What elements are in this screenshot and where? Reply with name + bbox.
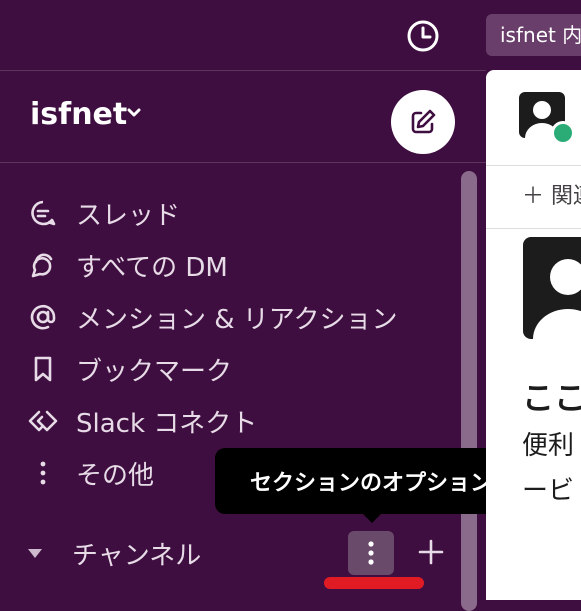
nav-label-threads: スレッド [76,200,181,231]
workspace-header: isfnet [0,71,486,163]
compose-icon [411,109,436,134]
user-icon [533,259,581,339]
nav-item-all-dms[interactable]: すべての DM [26,245,228,285]
section-label: チャンネル [72,540,202,571]
nav-label-mentions: メンション & リアクション [76,304,398,335]
threads-icon [26,196,60,230]
main-text: ービ [522,476,575,506]
highlight-underline [324,577,424,589]
nav-label-slack-connect: Slack コネクト [76,408,258,439]
main-text: 便利 [522,431,575,461]
sidebar-scrollbar[interactable] [461,171,477,611]
more-vertical-icon [368,541,374,565]
bookmark-icon [26,352,60,386]
nav-item-mentions[interactable]: メンション & リアクション [26,297,398,337]
nav-item-slack-connect[interactable]: Slack コネクト [26,401,257,441]
caret-down-icon[interactable] [28,548,42,558]
top-bar: isfnet 内 [0,0,581,70]
dm-icon [26,248,60,282]
main-pane: ＋ 関連 ここ 便利 ービ [486,70,581,600]
nav-item-threads[interactable]: スレッド [26,193,180,233]
section-channels[interactable]: チャンネル [28,531,201,575]
main-heading: ここ [522,379,581,417]
nav-label-bookmarks: ブックマーク [76,356,233,387]
compose-button[interactable] [391,90,455,154]
divider [486,165,581,166]
nav-label-more: その他 [76,460,155,491]
plus-icon [418,539,444,565]
search-input[interactable]: isfnet 内 [486,14,581,56]
more-vertical-icon [26,456,60,490]
history-button[interactable] [405,18,441,54]
profile-image [523,237,581,339]
clock-icon [407,20,439,52]
tooltip: セクションのオプション [215,448,527,514]
tooltip-arrow [363,514,381,523]
section-options-button[interactable] [348,531,394,575]
nav-label-all-dms: すべての DM [76,252,228,283]
related-button[interactable]: ＋ 関連 [522,178,581,210]
slack-connect-icon [26,404,60,438]
chevron-down-icon[interactable] [126,107,142,119]
tooltip-text: セクションのオプション [249,471,492,496]
nav-item-bookmarks[interactable]: ブックマーク [26,349,232,389]
divider [486,228,581,229]
add-channel-button[interactable] [412,533,450,571]
sidebar: isfnet スレッド すべての DM メンション & リアクション ブックマー… [0,70,486,611]
mention-icon [26,300,60,334]
workspace-name[interactable]: isfnet [30,97,127,132]
presence-dot [551,121,575,145]
nav-item-more[interactable]: その他 [26,453,154,493]
